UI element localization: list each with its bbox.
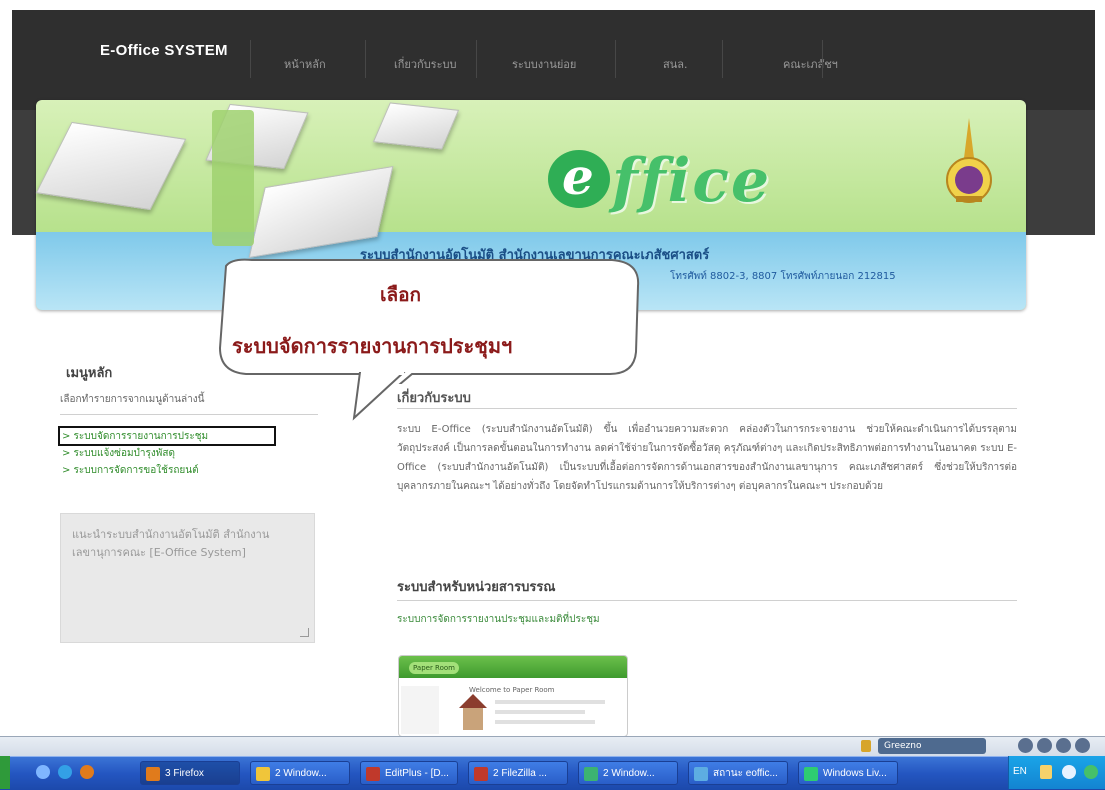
nav-faculty[interactable]: คณะเภสัชฯ (783, 55, 838, 73)
taskbar-item-firefox[interactable]: 3 Firefox (140, 761, 240, 785)
taskbar-item-label: Windows Liv... (823, 768, 887, 779)
phone-info: โทรศัพท์ 8802-3, 8807 โทรศัพท์ภายนอก 212… (670, 271, 896, 282)
taskbar-item-label: 2 FileZilla ... (493, 768, 547, 779)
quicklaunch-icon[interactable] (36, 765, 50, 779)
nav-subsystems[interactable]: ระบบงานย่อย (512, 55, 576, 73)
sidebar-divider (60, 414, 318, 415)
main-subheading: ระบบสำหรับหน่วยสารบรรณ (397, 580, 556, 595)
nav-divider (615, 40, 616, 78)
status-circle-icon[interactable] (1056, 738, 1071, 753)
sidebar-info-text: แนะนำระบบสำนักงานอัตโนมัติ สำนักงานเลขาน… (72, 528, 270, 559)
taskbar-item-label: 3 Firefox (165, 768, 204, 779)
callout-text: ระบบจัดการรายงานการประชุมฯ (232, 334, 513, 358)
taskbar-item-label: 2 Window... (603, 768, 655, 779)
document-icon (694, 767, 708, 781)
nav-divider (822, 40, 823, 78)
taskbar-item-label: 2 Window... (275, 768, 327, 779)
thumbnail-text-line (495, 700, 605, 704)
tray-icon[interactable] (1084, 765, 1098, 779)
addon-label: Greezno (884, 741, 922, 751)
house-roof-icon (459, 694, 487, 708)
nav-about[interactable]: เกี่ยวกับระบบ (394, 55, 456, 73)
thumbnail-text-line (495, 710, 585, 714)
nav-divider (365, 40, 366, 78)
start-button[interactable] (0, 756, 10, 789)
office-logo: ffice (612, 146, 772, 216)
status-circle-icon[interactable] (1037, 738, 1052, 753)
highlight-box (58, 426, 276, 446)
site-brand[interactable]: E-Office SYSTEM (100, 42, 228, 59)
firefox-icon[interactable] (80, 765, 94, 779)
main-divider (397, 600, 1017, 601)
taskbar-item-editplus[interactable]: EditPlus - [D... (360, 761, 458, 785)
taskbar-item-windows-2[interactable]: 2 Window... (578, 761, 678, 785)
language-indicator[interactable]: EN (1013, 766, 1027, 777)
callout-bubble (218, 258, 640, 384)
status-circle-icon[interactable] (1075, 738, 1090, 753)
callout-title: เลือก (380, 284, 422, 306)
ie-icon[interactable] (58, 765, 72, 779)
firefox-icon (146, 767, 160, 781)
window-icon (584, 767, 598, 781)
system-screenshot-thumbnail[interactable]: Paper Room Welcome to Paper Room (398, 655, 628, 737)
status-circle-icon[interactable] (1018, 738, 1033, 753)
nav-divider (250, 40, 251, 78)
sidebar-description: เลือกทำรายการจากเมนูด้านล่างนี้ (60, 394, 205, 405)
nav-home[interactable]: หน้าหลัก (284, 55, 326, 73)
folder-icon (256, 767, 270, 781)
pillar-graphic (212, 110, 254, 246)
main-divider (397, 408, 1017, 409)
main-paragraph: ระบบ E-Office (ระบบสำนักงานอัตโนมัติ) ขึ… (397, 424, 1017, 492)
thumbnail-logo: Paper Room (409, 662, 459, 674)
e-letter-logo: e (548, 147, 610, 208)
thumbnail-title: Welcome to Paper Room (469, 686, 555, 694)
nav-office[interactable]: สนล. (663, 55, 687, 73)
windows-live-icon (804, 767, 818, 781)
nav-divider (722, 40, 723, 78)
taskbar-item-label: สถานะ eoffic... (713, 768, 778, 779)
lock-icon (861, 740, 871, 752)
tray-icon[interactable] (1040, 765, 1052, 779)
taskbar-item-windows-live[interactable]: Windows Liv... (798, 761, 898, 785)
meeting-report-link[interactable]: ระบบการจัดการรายงานประชุมและมติที่ประชุม (397, 612, 600, 627)
taskbar-item-filezilla[interactable]: 2 FileZilla ... (468, 761, 568, 785)
sidebar-link-vehicle[interactable]: > ระบบการจัดการขอใช้รถยนต์ (62, 463, 199, 478)
thumbnail-sidebar (401, 686, 439, 734)
resize-handle-icon[interactable] (300, 628, 309, 637)
taskbar-item-windows[interactable]: 2 Window... (250, 761, 350, 785)
house-icon (463, 708, 483, 730)
main-heading: เกี่ยวกับระบบ (397, 391, 471, 406)
editplus-icon (366, 767, 380, 781)
filezilla-icon (474, 767, 488, 781)
nav-divider (476, 40, 477, 78)
taskbar-item-eoffice[interactable]: สถานะ eoffic... (688, 761, 788, 785)
sidebar-title: เมนูหลัก (66, 366, 113, 381)
faculty-seal-icon (946, 118, 992, 203)
tray-icon[interactable] (1062, 765, 1076, 779)
sidebar-link-repair[interactable]: > ระบบแจ้งซ่อมบำรุงพัสดุ (62, 446, 175, 461)
taskbar-item-label: EditPlus - [D... (385, 768, 449, 779)
thumbnail-text-line (495, 720, 595, 724)
